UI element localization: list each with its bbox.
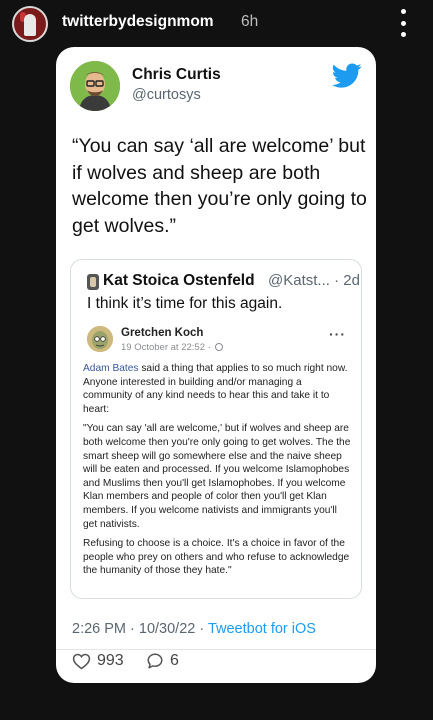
via-link[interactable]: Tweetbot for iOS [208, 621, 316, 637]
tweet-timestamp: 2:26 PM · 10/30/22 · Tweetbot for iOS [72, 621, 316, 637]
author-avatar[interactable] [70, 61, 120, 111]
story-header: twitterbydesignmom 6h [0, 0, 433, 46]
facebook-author-avatar [87, 326, 113, 352]
more-horizontal-icon: ··· [329, 326, 346, 342]
reply-count: 6 [170, 652, 179, 669]
facebook-post-body: Adam Bates said a thing that applies to … [83, 362, 351, 584]
story-time: 6h [241, 13, 259, 30]
facebook-author-name: Gretchen Koch [121, 327, 204, 339]
facebook-paragraph-1: Adam Bates said a thing that applies to … [83, 362, 351, 416]
reply-button[interactable]: 6 [146, 652, 179, 670]
story-avatar[interactable] [12, 6, 48, 42]
globe-icon [215, 343, 224, 351]
quoted-author-name[interactable]: Kat Stoica Ostenfeld [103, 272, 255, 290]
quoted-meta: @Katst... · 2d [268, 272, 360, 289]
quoted-author-avatar[interactable] [87, 274, 99, 290]
facebook-paragraph-2: "You can say 'all are welcome,' but if w… [83, 423, 351, 530]
heart-icon [72, 653, 91, 670]
facebook-post-image: Gretchen Koch 19 October at 22:52 · ··· … [81, 320, 353, 594]
facebook-date: 19 October at 22:52 · [121, 342, 224, 353]
avatar-figure-body [24, 14, 36, 36]
divider [56, 649, 376, 650]
more-vertical-icon[interactable] [396, 9, 410, 37]
facebook-paragraph-3: Refusing to choose is a choice. It's a c… [83, 538, 350, 577]
author-name[interactable]: Chris Curtis [132, 66, 221, 84]
facebook-date-text: 19 October at 22:52 · [121, 342, 214, 353]
twitter-bird-icon[interactable] [332, 63, 362, 89]
story-username[interactable]: twitterbydesignmom [62, 13, 214, 31]
tweet-card: Chris Curtis @curtosys “You can say ‘all… [56, 47, 376, 683]
quoted-tweet[interactable]: Kat Stoica Ostenfeld @Katst... · 2d I th… [70, 259, 362, 599]
like-count: 993 [97, 652, 124, 669]
timestamp-text: 2:26 PM · 10/30/22 · [72, 621, 208, 637]
like-button[interactable]: 993 [72, 652, 124, 670]
author-handle[interactable]: @curtosys [132, 87, 201, 103]
reply-bubble-icon [147, 653, 163, 669]
tweet-text: “You can say ‘all are welcome’ but if wo… [72, 135, 367, 237]
facebook-mention: Adam Bates [83, 363, 139, 374]
quoted-text: I think it’s time for this again. [87, 295, 283, 312]
